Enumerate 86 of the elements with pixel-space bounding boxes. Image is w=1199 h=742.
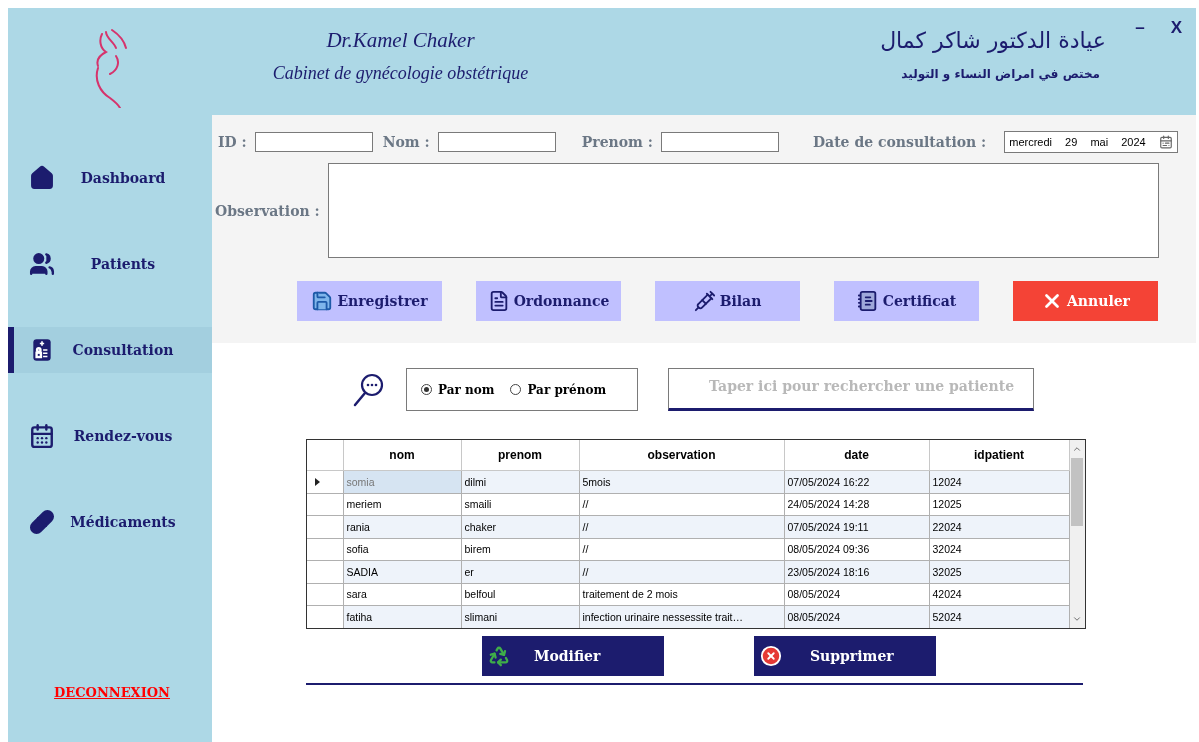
action-button[interactable]: Certificat xyxy=(834,281,979,321)
table-cell: 08/05/2024 xyxy=(784,583,929,606)
calendar-dropdown-icon xyxy=(1159,135,1174,149)
scroll-thumb[interactable] xyxy=(1071,458,1084,526)
sidebar-label: Rendez-vous xyxy=(72,428,174,444)
action-button[interactable]: Bilan xyxy=(655,281,800,321)
window-button[interactable]: – xyxy=(1133,18,1147,38)
table-cell: 42024 xyxy=(929,583,1069,606)
table-cell: birem xyxy=(461,538,579,561)
table-cell: 07/05/2024 16:22 xyxy=(784,470,929,493)
scroll-down-icon xyxy=(1072,614,1083,624)
observation-field[interactable] xyxy=(327,163,1159,258)
sidebar-label: Consultation xyxy=(71,342,175,358)
field-label: ID : xyxy=(218,134,247,150)
sidebar-item[interactable]: Médicaments xyxy=(8,499,212,545)
table-cell: 08/05/2024 xyxy=(784,605,929,628)
action-button[interactable]: Ordonnance xyxy=(476,281,621,321)
people-icon xyxy=(29,251,55,277)
sidebar-item[interactable]: Patients xyxy=(8,241,212,287)
table-cell: 12025 xyxy=(929,493,1069,516)
table-cell: infection urinaire nessessite trait… xyxy=(579,605,784,628)
sidebar-label: Dashboard xyxy=(79,170,167,186)
house-icon xyxy=(29,165,55,191)
text-field[interactable] xyxy=(660,132,779,152)
pill-icon xyxy=(29,509,55,535)
search-field[interactable]: Taper ici pour rechercher une patiente xyxy=(668,368,1034,411)
delete-icon xyxy=(760,645,782,667)
table-cell: 5mois xyxy=(579,470,784,493)
action-button[interactable]: Annuler xyxy=(1013,281,1158,321)
table-cell: smaili xyxy=(461,493,579,516)
sidebar-item[interactable]: Consultation xyxy=(8,327,212,373)
text-field[interactable] xyxy=(437,132,556,152)
text-field[interactable] xyxy=(254,132,373,152)
table-cell: 52024 xyxy=(929,605,1069,628)
table-cell: 23/05/2024 18:16 xyxy=(784,560,929,583)
notebook-icon xyxy=(856,290,879,312)
table-cell: // xyxy=(579,493,784,516)
field-label: Nom : xyxy=(382,134,430,150)
scroll-up-icon xyxy=(1072,444,1083,454)
table-cell: belfoul xyxy=(461,583,579,606)
arabic-title: عيادة الدكتور شاكر كمال xyxy=(880,28,1106,53)
sidebar-item[interactable]: Dashboard xyxy=(8,155,212,201)
table-action-button[interactable]: Modifier xyxy=(482,636,664,676)
field-label: Date de consultation : xyxy=(812,134,987,150)
sidebar-label: Patients xyxy=(89,256,157,272)
field-label: Prenom : xyxy=(581,134,653,150)
table-cell: traitement de 2 mois xyxy=(579,583,784,606)
doctor-name: Dr.Kamel Chaker xyxy=(326,28,475,53)
table-cell: // xyxy=(579,538,784,561)
sidebar-label: Médicaments xyxy=(69,514,177,530)
table-cell: 24/05/2024 14:28 xyxy=(784,493,929,516)
action-button[interactable]: Enregistrer xyxy=(297,281,442,321)
column-header[interactable]: idpatient xyxy=(929,440,1069,471)
row-pointer-icon xyxy=(315,477,320,486)
table-cell: sofia xyxy=(343,538,461,561)
sidebar-item[interactable]: Rendez-vous xyxy=(8,413,212,459)
table-cell: // xyxy=(579,560,784,583)
table-cell: 22024 xyxy=(929,515,1069,538)
column-header[interactable]: prenom xyxy=(461,440,579,471)
table-cell: 08/05/2024 09:36 xyxy=(784,538,929,561)
window-button[interactable]: X xyxy=(1168,18,1184,38)
field-label: Observation : xyxy=(215,202,320,219)
table-cell: // xyxy=(579,515,784,538)
radio-button[interactable] xyxy=(421,384,432,395)
clinic-subtitle: Cabinet de gynécologie obstétrique xyxy=(272,63,529,84)
recycle-icon xyxy=(488,645,510,667)
table-cell: 12024 xyxy=(929,470,1069,493)
table-cell: 32024 xyxy=(929,538,1069,561)
table-cell: meriem xyxy=(343,493,461,516)
radio-option[interactable]: Par nom xyxy=(421,382,495,397)
calendar-icon xyxy=(29,423,55,449)
radio-option[interactable]: Par prénom xyxy=(510,382,607,397)
arabic-subtitle: مختص في امراض النساء و التوليد xyxy=(901,67,1100,81)
radio-label: Par prénom xyxy=(527,382,607,397)
radio-label: Par nom xyxy=(438,382,495,397)
search-icon xyxy=(352,371,386,408)
table-cell: sara xyxy=(343,583,461,606)
date-picker[interactable]: mercredi 29 mai 2024 xyxy=(1004,131,1179,153)
column-header[interactable]: nom xyxy=(343,440,461,471)
radio-button[interactable] xyxy=(510,384,522,395)
syringe-icon xyxy=(693,290,716,312)
column-header[interactable]: observation xyxy=(579,440,784,471)
table-action-button[interactable]: Supprimer xyxy=(754,636,936,676)
column-header[interactable]: date xyxy=(784,440,929,471)
table-cell: 32025 xyxy=(929,560,1069,583)
table-cell: 07/05/2024 19:11 xyxy=(784,515,929,538)
